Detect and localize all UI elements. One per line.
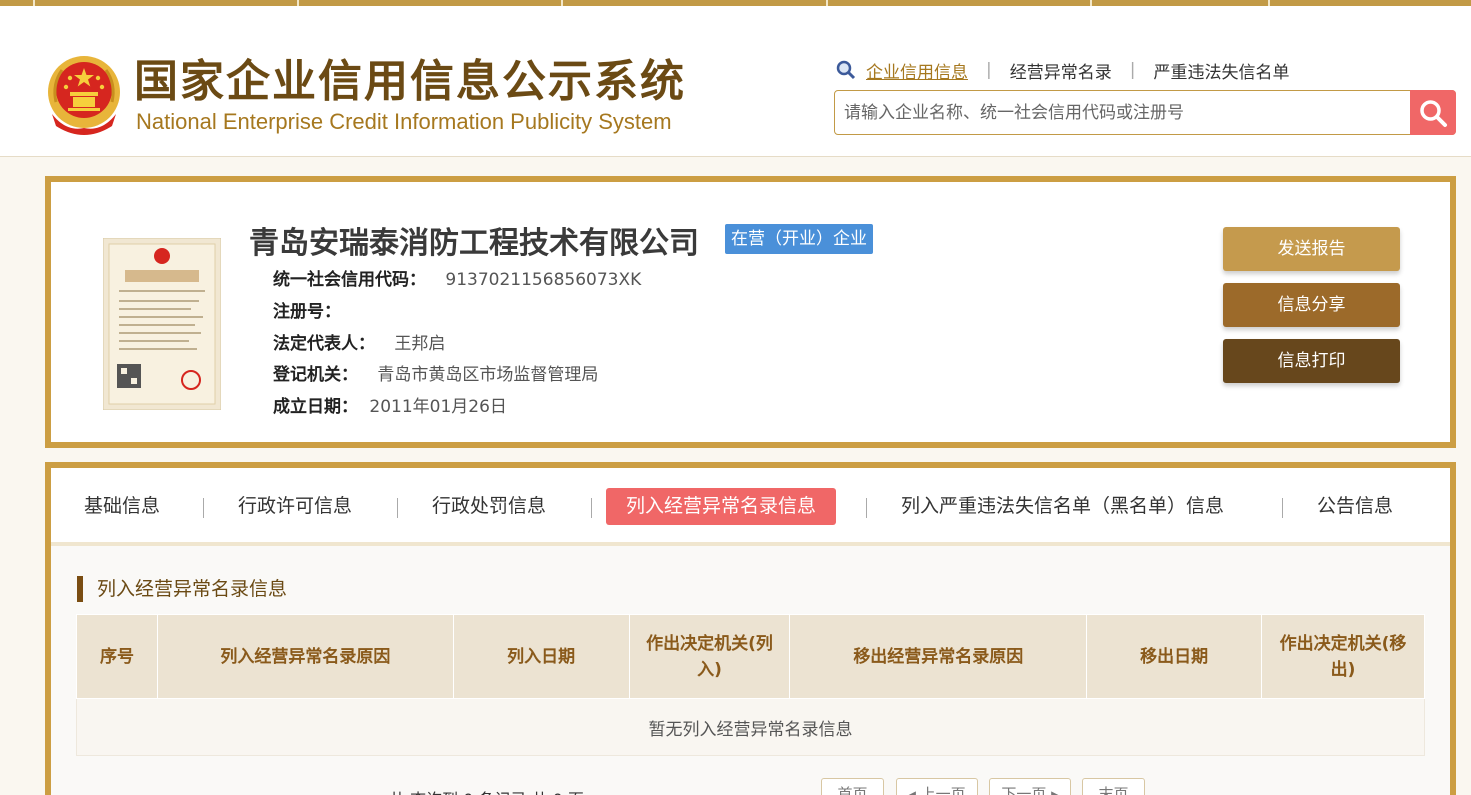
national-emblem-icon[interactable] [46,54,122,138]
business-license-icon[interactable] [103,238,221,410]
info-label: 成立日期： [273,397,358,417]
company-card: 青岛安瑞泰消防工程技术有限公司 在营（开业）企业 统一社会信用代码： 91370… [45,176,1456,448]
col-header: 列入日期 [452,614,630,699]
search-box [834,90,1456,135]
info-reg-number: 注册号： [273,300,341,324]
empty-state-text: 暂无列入经营异常名录信息 [76,698,1425,756]
search-input[interactable] [835,91,1411,134]
col-header: 列入经营异常名录原因 [156,614,454,699]
nav-blacklist[interactable]: 严重违法失信名单 [1153,58,1289,83]
send-report-button[interactable]: 发送报告 [1223,227,1400,271]
tab-admin-penalty[interactable]: 行政处罚信息 [432,488,546,525]
abnormal-list-table: 序号 列入经营异常名录原因 列入日期 作出决定机关(列入) 移出经营异常名录原因… [76,614,1425,756]
share-info-button[interactable]: 信息分享 [1223,283,1400,327]
tab-announcements[interactable]: 公告信息 [1317,488,1393,525]
col-header: 作出决定机关(移出) [1261,614,1425,699]
detail-panel: 基础信息 行政许可信息 行政处罚信息 列入经营异常名录信息 列入严重违法失信名单… [45,462,1456,795]
search-button[interactable] [1410,90,1456,135]
tab-separator [203,498,204,518]
search-icon [1420,99,1447,127]
search-icon [836,60,856,80]
tab-admin-license[interactable]: 行政许可信息 [238,488,352,525]
tab-separator [1282,498,1283,518]
prev-page-label: 上一页 [920,785,966,795]
top-nav: 企业信用信息 | 经营异常名录 | 严重违法失信名单 [836,58,1289,83]
chevron-right-icon: ▸ [1046,785,1059,795]
site-title: 国家企业信用信息公示系统 [134,56,686,107]
pager-summary: 共 查询到 0 条记录 共 0 页 [389,786,584,795]
col-header: 序号 [76,614,158,699]
nav-separator: | [986,60,992,80]
status-badge: 在营（开业）企业 [725,224,873,254]
tab-separator [866,498,867,518]
info-founded-date: 成立日期： 2011年01月26日 [273,395,507,419]
tab-separator [397,498,398,518]
nav-credit-info[interactable]: 企业信用信息 [866,58,968,83]
info-authority: 登记机关： 青岛市黄岛区市场监督管理局 [273,363,598,387]
info-label: 法定代表人： [273,334,375,354]
company-name: 青岛安瑞泰消防工程技术有限公司 [249,226,699,261]
print-info-button[interactable]: 信息打印 [1223,339,1400,383]
first-page-button[interactable]: 首页 [821,778,884,795]
tab-separator [591,498,592,518]
info-label: 统一社会信用代码： [273,270,426,290]
next-page-button[interactable]: 下一页 ▸ [989,778,1071,795]
info-label: 注册号： [273,302,341,322]
section-title: 列入经营异常名录信息 [77,576,287,602]
last-page-button[interactable]: 末页 [1082,778,1145,795]
info-value: 青岛市黄岛区市场监督管理局 [377,365,599,385]
site-subtitle: National Enterprise Credit Information P… [136,109,672,134]
prev-page-button[interactable]: ◂ 上一页 [896,778,978,795]
table-header-row: 序号 列入经营异常名录原因 列入日期 作出决定机关(列入) 移出经营异常名录原因… [76,614,1425,699]
chevron-left-icon: ◂ [908,785,921,795]
info-value: 2011年01月26日 [369,397,507,417]
site-header: 国家企业信用信息公示系统 National Enterprise Credit … [0,6,1471,157]
info-credit-code: 统一社会信用代码： 9137021156856073XK [273,268,641,292]
info-value: 9137021156856073XK [445,270,642,290]
nav-separator: | [1129,60,1136,80]
info-label: 登记机关： [273,365,358,385]
tab-content: 列入经营异常名录信息 序号 列入经营异常名录原因 列入日期 作出决定机关(列入)… [51,542,1450,795]
next-page-label: 下一页 [1001,785,1047,795]
col-header: 移出经营异常名录原因 [789,614,1088,699]
tab-basic-info[interactable]: 基础信息 [84,488,160,525]
nav-abnormal-list[interactable]: 经营异常名录 [1010,58,1112,83]
info-legal-rep: 法定代表人： 王邦启 [273,332,445,356]
tab-blacklist[interactable]: 列入严重违法失信名单（黑名单）信息 [901,488,1224,525]
info-value: 王邦启 [394,334,446,354]
table-row: 暂无列入经营异常名录信息 [76,698,1425,756]
col-header: 作出决定机关(列入) [628,614,791,699]
tab-bar: 基础信息 行政许可信息 行政处罚信息 列入经营异常名录信息 列入严重违法失信名单… [51,468,1450,540]
tab-abnormal-list[interactable]: 列入经营异常名录信息 [606,488,837,525]
col-header: 移出日期 [1086,614,1263,699]
